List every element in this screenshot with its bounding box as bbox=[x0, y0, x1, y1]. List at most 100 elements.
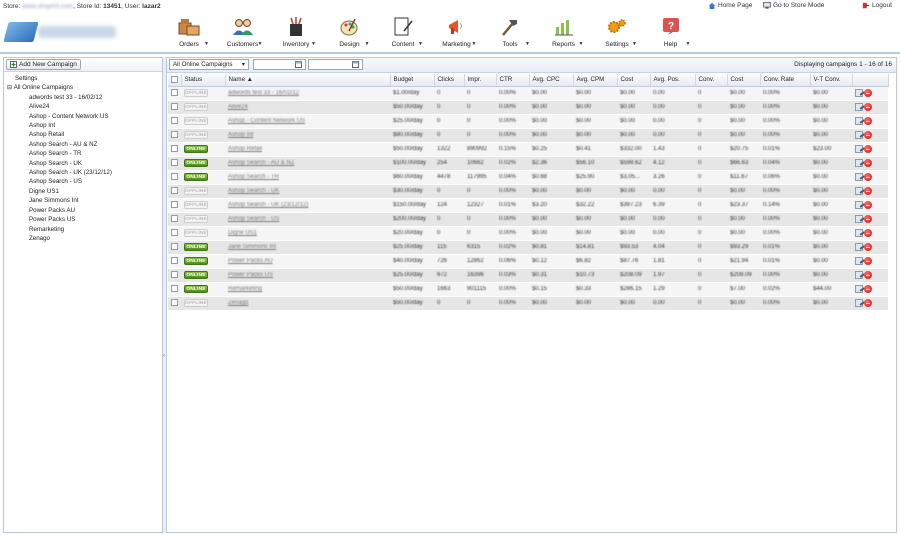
row-checkbox[interactable] bbox=[171, 117, 178, 125]
delete-icon[interactable] bbox=[864, 117, 872, 125]
campaign-name-link[interactable]: Ashop Search - TR bbox=[228, 174, 279, 180]
edit-icon[interactable] bbox=[855, 215, 863, 223]
row-checkbox[interactable] bbox=[171, 271, 178, 279]
tree-item-campaign[interactable]: Ashop Search - AU & NZ bbox=[7, 140, 162, 149]
edit-icon[interactable] bbox=[855, 187, 863, 195]
delete-icon[interactable] bbox=[864, 299, 872, 307]
nav-help[interactable]: ? Help ▼ bbox=[648, 15, 702, 51]
status-badge[interactable]: ONLINE bbox=[184, 271, 208, 279]
tree-item-settings[interactable]: Settings bbox=[7, 74, 162, 83]
status-badge[interactable]: OFFLINE bbox=[184, 215, 208, 223]
table-row[interactable]: OFFLINE Ashop Search - UK (23/12/12) $150.… bbox=[168, 198, 888, 213]
edit-icon[interactable] bbox=[855, 173, 863, 181]
delete-icon[interactable] bbox=[864, 201, 872, 209]
delete-icon[interactable] bbox=[864, 131, 872, 139]
delete-icon[interactable] bbox=[864, 271, 872, 279]
campaign-name-link[interactable]: adwords test 33 - 16/02/12 bbox=[228, 90, 299, 96]
table-row[interactable]: ONLINE Ashop Retail $50.00/day 1322 890992 0.… bbox=[168, 142, 888, 157]
row-checkbox[interactable] bbox=[171, 299, 178, 307]
table-row[interactable]: OFFLINE adwords test 33 - 16/02/12 $1.00/d… bbox=[168, 86, 888, 101]
status-badge[interactable]: ONLINE bbox=[184, 285, 208, 293]
nav-reports[interactable]: Reports ▼ bbox=[541, 15, 595, 51]
tree-item-campaign[interactable]: Digne US1 bbox=[7, 187, 162, 196]
collapse-icon[interactable]: ⊟ bbox=[7, 84, 12, 91]
edit-icon[interactable] bbox=[855, 159, 863, 167]
edit-icon[interactable] bbox=[855, 131, 863, 139]
column-header[interactable]: Status bbox=[181, 74, 226, 87]
table-row[interactable]: OFFLINE Ashop - Content Network US $25.00/… bbox=[168, 114, 888, 129]
calendar-icon[interactable] bbox=[295, 61, 302, 68]
tree-item-campaign[interactable]: Alive24 bbox=[7, 102, 162, 111]
row-checkbox[interactable] bbox=[171, 103, 178, 111]
delete-icon[interactable] bbox=[864, 159, 872, 167]
store-logo[interactable] bbox=[3, 20, 116, 44]
table-row[interactable]: OFFLINE Zenago $50.00/day 0 0 0.00% $0.00 $0.00… bbox=[168, 296, 888, 311]
campaign-name-link[interactable]: Jane Simmons Int bbox=[228, 244, 276, 250]
column-header[interactable]: Cost bbox=[617, 74, 651, 87]
logout-link[interactable]: Logout bbox=[862, 2, 892, 9]
table-row[interactable]: OFFLINE Ashop Search - US $200.00/day 0 0 0.0… bbox=[168, 212, 888, 227]
row-checkbox[interactable] bbox=[171, 131, 178, 139]
delete-icon[interactable] bbox=[864, 173, 872, 181]
edit-icon[interactable] bbox=[855, 145, 863, 153]
nav-marketing[interactable]: Marketing ▼ bbox=[434, 15, 488, 51]
tree-item-campaign[interactable]: Power Packs AU bbox=[7, 206, 162, 215]
table-row[interactable]: OFFLINE Ashop Search - UK $30.00/day 0 0 0.00… bbox=[168, 184, 888, 199]
add-campaign-button[interactable]: Add New Campaign bbox=[6, 59, 81, 70]
status-badge[interactable]: ONLINE bbox=[184, 173, 208, 181]
tree-item-campaign[interactable]: Ashop Search - UK (23/12/12) bbox=[7, 168, 162, 177]
column-header[interactable] bbox=[852, 74, 889, 87]
tree-item-campaign[interactable]: Ashop Search - UK bbox=[7, 159, 162, 168]
column-header[interactable]: Avg. CPC bbox=[529, 74, 574, 87]
campaign-name-link[interactable]: Alive24 bbox=[228, 104, 248, 110]
row-checkbox[interactable] bbox=[171, 257, 178, 265]
column-header[interactable]: Conv. bbox=[695, 74, 728, 87]
campaign-name-link[interactable]: Power Packs AU bbox=[228, 258, 273, 264]
tree-item-campaign[interactable]: adwords test 33 - 16/02/12 bbox=[7, 93, 162, 102]
table-row[interactable]: OFFLINE Alive24 $50.00/day 0 0 0.00% $0.00 $0.0… bbox=[168, 100, 888, 115]
campaign-name-link[interactable]: Ashop - Content Network US bbox=[228, 118, 305, 124]
tree-item-campaign[interactable]: Ashop Search - US bbox=[7, 177, 162, 186]
column-header[interactable]: V-T Conv. bbox=[810, 74, 853, 87]
column-header[interactable]: Budget bbox=[390, 74, 435, 87]
row-checkbox[interactable] bbox=[171, 201, 178, 209]
delete-icon[interactable] bbox=[864, 103, 872, 111]
nav-content[interactable]: Content ▼ bbox=[380, 15, 434, 51]
row-checkbox[interactable] bbox=[171, 145, 178, 153]
nav-settings[interactable]: Settings ▼ bbox=[594, 15, 648, 51]
row-checkbox[interactable] bbox=[171, 89, 178, 97]
tree-root[interactable]: ⊟ All Online Campaigns bbox=[7, 83, 162, 92]
edit-icon[interactable] bbox=[855, 103, 863, 111]
status-badge[interactable]: ONLINE bbox=[184, 243, 208, 251]
edit-icon[interactable] bbox=[855, 117, 863, 125]
row-checkbox[interactable] bbox=[171, 187, 178, 195]
table-row[interactable]: ONLINE Ashop Search - TR $60.00/day 4478 117… bbox=[168, 170, 888, 185]
campaign-name-link[interactable]: Ashop Search - UK (23/12/12) bbox=[228, 202, 308, 208]
nav-orders[interactable]: Orders ▼ bbox=[166, 15, 220, 51]
tree-item-campaign[interactable]: Remarketing bbox=[7, 225, 162, 234]
table-row[interactable]: OFFLINE Ashop Int $80.00/day 0 0 0.00% $0.00 $0… bbox=[168, 128, 888, 143]
status-badge[interactable]: ONLINE bbox=[184, 145, 208, 153]
table-row[interactable]: OFFLINE Digne US1 $20.00/day 0 0 0.00% $0.00 $0… bbox=[168, 226, 888, 241]
status-badge[interactable]: OFFLINE bbox=[184, 299, 208, 307]
table-row[interactable]: ONLINE Power Packs AU $40.00/day 726 12862 0.… bbox=[168, 254, 888, 269]
column-header[interactable]: Name ▲ bbox=[225, 74, 391, 87]
status-badge[interactable]: ONLINE bbox=[184, 257, 208, 265]
status-badge[interactable]: OFFLINE bbox=[184, 229, 208, 237]
delete-icon[interactable] bbox=[864, 229, 872, 237]
date-from-field[interactable] bbox=[253, 59, 306, 70]
edit-icon[interactable] bbox=[855, 271, 863, 279]
table-row[interactable]: ONLINE Ashop Search - AU & NZ $100.00/day 2… bbox=[168, 156, 888, 171]
edit-icon[interactable] bbox=[855, 201, 863, 209]
collapse-arrow-icon[interactable]: ‹ bbox=[163, 353, 165, 359]
table-row[interactable]: ONLINE Remarketing $50.00/day 1663 901115 0.0… bbox=[168, 282, 888, 297]
column-header[interactable]: Conv. Rate bbox=[760, 74, 811, 87]
status-badge[interactable]: OFFLINE bbox=[184, 117, 208, 125]
home-page-link[interactable]: Home Page bbox=[708, 2, 752, 9]
nav-customers[interactable]: Customers ▼ bbox=[220, 15, 274, 51]
row-checkbox[interactable] bbox=[171, 215, 178, 223]
tree-item-campaign[interactable]: Power Packs US bbox=[7, 215, 162, 224]
table-row[interactable]: ONLINE Jane Simmons Int $25.00/day 115 6315 0… bbox=[168, 240, 888, 255]
campaign-name-link[interactable]: Ashop Search - UK bbox=[228, 188, 279, 194]
edit-icon[interactable] bbox=[855, 257, 863, 265]
